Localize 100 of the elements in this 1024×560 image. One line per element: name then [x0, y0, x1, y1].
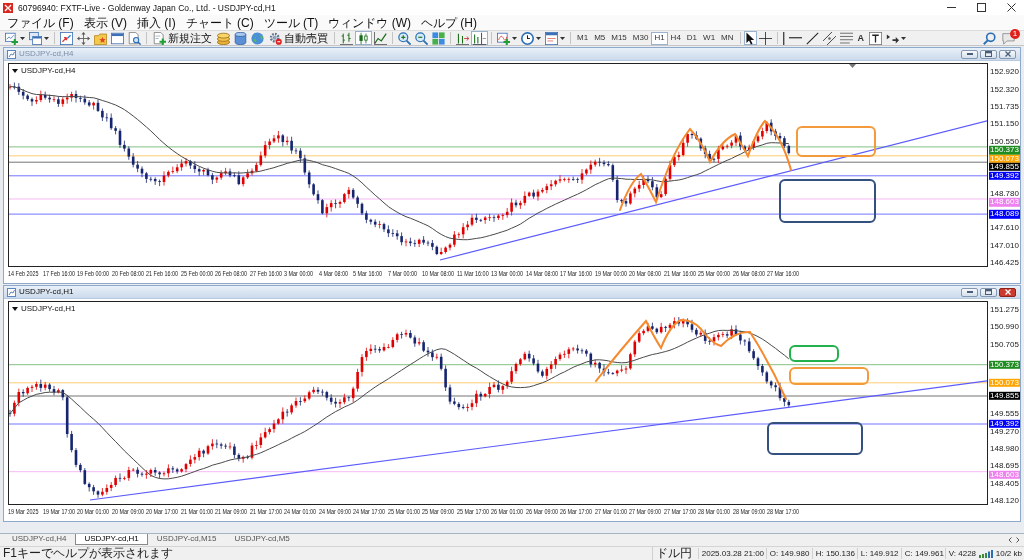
- menu-item[interactable]: ファイル (F): [2, 15, 79, 30]
- close-icon[interactable]: [1007, 3, 1016, 12]
- horizontal-line-icon[interactable]: [788, 37, 802, 39]
- timeframe-button[interactable]: MN: [718, 31, 737, 45]
- chart-shift-marker-icon[interactable]: [849, 64, 856, 68]
- chart-tab[interactable]: USDJPY-cd,M5: [225, 534, 299, 545]
- crosshair-arrows-icon[interactable]: [77, 31, 90, 45]
- menu-item[interactable]: チャート (C): [180, 15, 259, 30]
- restore-button[interactable]: [980, 287, 997, 297]
- clock-icon[interactable]: [521, 31, 534, 45]
- caret-icon[interactable]: [44, 36, 49, 40]
- chart-tab[interactable]: USDJPY-cd,H1: [75, 534, 148, 545]
- chart-area[interactable]: USDJPY-cd,H4: [8, 63, 988, 267]
- timeframe-button[interactable]: M30: [629, 31, 652, 45]
- close-button[interactable]: [999, 287, 1016, 297]
- coins-icon[interactable]: [217, 31, 230, 45]
- price-level-line[interactable]: [9, 471, 987, 473]
- chart-shift-button[interactable]: [471, 31, 488, 45]
- timeframe-button[interactable]: M1: [574, 31, 592, 45]
- zone-rectangle[interactable]: [779, 179, 876, 223]
- trend-line-icon[interactable]: [805, 31, 819, 45]
- timeframe-button[interactable]: M15: [608, 31, 630, 45]
- menu-item[interactable]: 挿入 (I): [132, 15, 181, 30]
- timeframe-button[interactable]: H4: [667, 31, 684, 45]
- chart-tab[interactable]: USDJPY-cd,H4: [3, 534, 76, 545]
- status-low: L: 149.912: [856, 548, 901, 559]
- text-tool-button[interactable]: A: [854, 31, 868, 45]
- text-label-icon[interactable]: [869, 31, 883, 45]
- zigzag-line[interactable]: [619, 120, 792, 211]
- time-tick-label: 11 Mar 16:00: [456, 268, 489, 278]
- zone-rectangle[interactable]: [767, 422, 863, 455]
- zoom-out-icon[interactable]: [415, 31, 428, 45]
- template-icon[interactable]: [545, 31, 558, 45]
- document-search-icon[interactable]: [128, 31, 141, 45]
- dropdown-triangle-icon[interactable]: [12, 68, 18, 73]
- folder-star-icon[interactable]: [94, 31, 107, 45]
- caret-icon[interactable]: [536, 36, 541, 40]
- new-order-button[interactable]: 新規注文: [150, 31, 215, 45]
- restore-button[interactable]: [980, 49, 997, 59]
- maximize-icon[interactable]: [977, 3, 986, 12]
- database-icon[interactable]: [234, 31, 247, 45]
- trend-line[interactable]: [439, 118, 987, 261]
- price-level-line[interactable]: [9, 364, 987, 366]
- search-icon[interactable]: [983, 31, 996, 45]
- price-level-line[interactable]: [9, 146, 987, 148]
- notification-badge[interactable]: 1: [1010, 28, 1020, 39]
- crosshair-button[interactable]: [756, 31, 774, 45]
- indicator-icon[interactable]: [497, 31, 510, 45]
- ohlc-bars-icon: [340, 31, 353, 45]
- scroll-right-icon[interactable]: [1016, 537, 1020, 543]
- trend-line[interactable]: [89, 379, 987, 501]
- timeframe-button[interactable]: D1: [683, 31, 701, 45]
- caret-icon[interactable]: [901, 36, 907, 40]
- cursor-button[interactable]: [743, 31, 757, 45]
- window-title-bar[interactable]: USDJPY-cd,H1: [4, 286, 1020, 299]
- chart-area[interactable]: USDJPY-cd,H1: [8, 301, 988, 505]
- gear-icon: [269, 31, 282, 45]
- auto-trading-button[interactable]: 自動売買: [266, 31, 331, 45]
- menu-item[interactable]: ヘルプ (H): [416, 15, 482, 30]
- price-level-line[interactable]: [9, 161, 987, 163]
- price-level-line[interactable]: [9, 198, 987, 200]
- vertical-line-icon[interactable]: [782, 31, 785, 45]
- connection-bars-icon[interactable]: [978, 549, 993, 558]
- price-tick-label: 147.610: [990, 224, 1019, 233]
- chart-tab[interactable]: USDJPY-cd,M15: [147, 534, 226, 545]
- parallel-lines-icon[interactable]: [822, 31, 836, 45]
- windows-icon[interactable]: [29, 31, 42, 45]
- auto-scroll-button[interactable]: [454, 31, 471, 45]
- price-level-line[interactable]: [9, 155, 987, 157]
- timeframe-button[interactable]: H1: [651, 31, 668, 45]
- close-button[interactable]: [999, 49, 1016, 59]
- globe-icon[interactable]: [251, 31, 264, 45]
- caret-icon[interactable]: [512, 36, 517, 40]
- line-chart-button[interactable]: [372, 31, 389, 45]
- scroll-left-icon[interactable]: [1008, 537, 1012, 543]
- bar-chart-button[interactable]: [338, 31, 355, 45]
- caret-icon[interactable]: [560, 36, 565, 40]
- chat-bubble-icon[interactable]: [1002, 31, 1015, 45]
- timeframe-button[interactable]: W1: [700, 31, 719, 45]
- menu-item[interactable]: 表示 (V): [78, 15, 132, 30]
- menu-item[interactable]: ウィンドウ (W): [323, 15, 416, 30]
- stacked-lines-icon[interactable]: [839, 31, 853, 45]
- price-level-line[interactable]: [9, 423, 987, 425]
- menu-item[interactable]: ツール (T): [258, 15, 324, 30]
- zoom-in-icon[interactable]: [398, 31, 411, 45]
- candlestick-chart-button[interactable]: [355, 31, 372, 45]
- chart-plus-icon[interactable]: [5, 31, 18, 45]
- minimize-button[interactable]: [961, 287, 978, 297]
- minimize-button[interactable]: [961, 49, 978, 59]
- timeframe-button[interactable]: M5: [591, 31, 609, 45]
- dropdown-triangle-icon[interactable]: [12, 306, 18, 311]
- price-level-line[interactable]: [9, 175, 987, 177]
- window-icon[interactable]: [111, 31, 124, 45]
- tile-windows-icon[interactable]: [432, 31, 445, 45]
- status-open: O: 149.980: [765, 548, 812, 559]
- price-level-line[interactable]: [9, 382, 987, 384]
- caret-icon[interactable]: [20, 36, 25, 40]
- price-tick-label: 150.990: [990, 323, 1019, 332]
- price-level-line[interactable]: [9, 395, 987, 397]
- zigzag-line[interactable]: [595, 319, 787, 400]
